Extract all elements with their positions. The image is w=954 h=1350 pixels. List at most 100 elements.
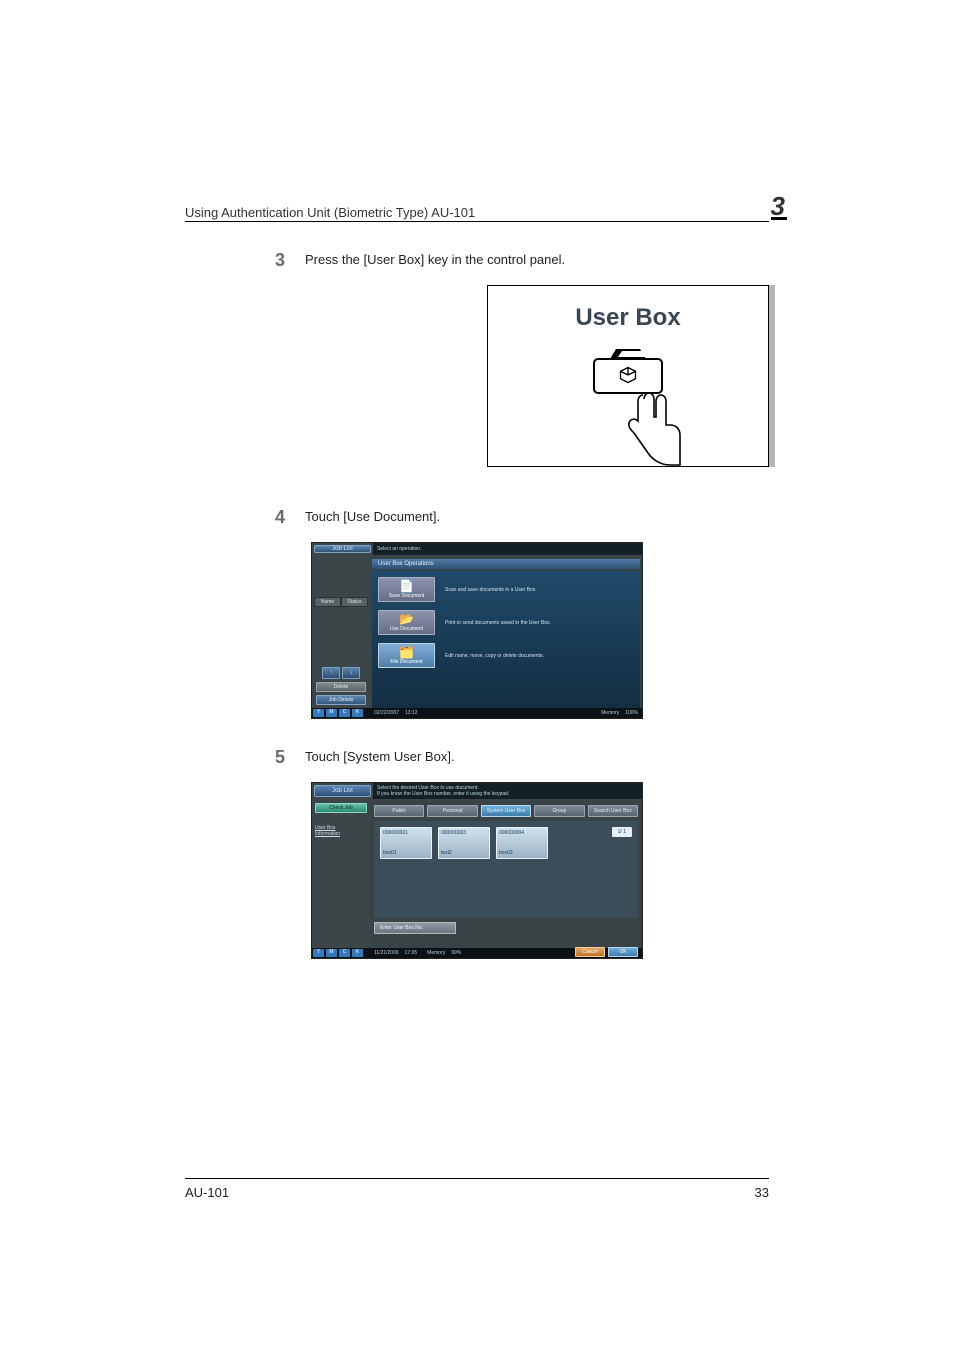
use-document-button[interactable]: 📂 Use Document xyxy=(378,610,435,635)
userbox-key xyxy=(593,358,663,394)
footer-date: 02/22/2007 13:12 Memory 100% xyxy=(370,708,642,718)
left-column: Name Status ↑ ↓ Delete Job Details xyxy=(312,557,370,708)
page-indicator: 1/ 1 xyxy=(612,827,632,837)
footer-chip[interactable]: Y xyxy=(313,949,324,957)
date-value: 02/22/2007 xyxy=(374,710,399,716)
step-5: 5 Touch [System User Box]. xyxy=(185,747,769,768)
main-column: User Box Operations 📄 Save Document Scan… xyxy=(370,557,642,708)
chapter-number: 3 xyxy=(771,195,787,220)
msg-line2: If you know the User Box number, enter i… xyxy=(377,791,638,797)
check-job-button[interactable]: Check Job xyxy=(315,803,367,813)
footer-chip[interactable]: Y xyxy=(313,709,324,717)
footer-left: AU-101 xyxy=(185,1185,229,1200)
message-bar: Select the desired User Box to use docum… xyxy=(373,783,642,799)
footer-icons: Y M C K xyxy=(312,708,370,718)
main-column: Public Personal System User Box Group Se… xyxy=(370,801,642,948)
cancel-button[interactable]: Cancel xyxy=(575,947,605,957)
box-area: 000000001 box01 000000003 test2 00000000… xyxy=(374,821,638,918)
delete-button[interactable]: Delete xyxy=(316,682,366,692)
op-desc: Scan and save documents in a User Box. xyxy=(445,587,634,593)
tab-search-user-box[interactable]: Search User Box xyxy=(588,805,638,817)
joblist-button[interactable]: Job List xyxy=(314,545,371,553)
step-3: 3 Press the [User Box] key in the contro… xyxy=(185,250,769,271)
op-desc: Edit name, move, copy or delete document… xyxy=(445,653,634,659)
box-name: box02 xyxy=(499,850,545,856)
info-line2: Information xyxy=(315,831,340,837)
step-4: 4 Touch [Use Document]. xyxy=(185,507,769,528)
box-tile[interactable]: 000000004 box02 xyxy=(496,827,548,859)
col-status: Status xyxy=(342,598,367,606)
col-name: Name xyxy=(315,598,340,606)
file-icon: 🗂️ xyxy=(399,646,414,658)
screenshot-footer: Y M C K 11/21/2006 17:05 Memory 99% Canc… xyxy=(312,948,642,958)
op-label: File Document xyxy=(390,659,422,665)
operations-bar: User Box Operations xyxy=(372,559,640,569)
step-text: Press the [User Box] key in the control … xyxy=(285,250,769,271)
step-text: Touch [Use Document]. xyxy=(285,507,769,528)
box-name: box01 xyxy=(383,850,429,856)
memory-label: Memory xyxy=(601,710,619,716)
step-text: Touch [System User Box]. xyxy=(285,747,769,768)
save-icon: 📄 xyxy=(399,580,414,592)
hand-icon xyxy=(623,390,683,473)
tab-group[interactable]: Group xyxy=(534,805,584,817)
userbox-panel: User Box xyxy=(487,285,769,467)
footer-right: 33 xyxy=(755,1185,769,1200)
op-label: Save Document xyxy=(389,593,425,599)
userbox-info-label: User Box Information xyxy=(315,825,367,837)
footer-chip[interactable]: K xyxy=(352,949,363,957)
joblist-button[interactable]: Job List xyxy=(314,785,371,797)
time-value: 13:12 xyxy=(405,710,418,716)
message-bar: Select an operation. xyxy=(373,543,642,555)
enter-userbox-no-button[interactable]: Enter User Box No. xyxy=(374,922,456,934)
tab-personal[interactable]: Personal xyxy=(427,805,477,817)
op-label: Use Document xyxy=(390,626,423,632)
box-icon xyxy=(618,365,638,388)
page-footer: AU-101 33 xyxy=(185,1178,769,1200)
footer-chip[interactable]: M xyxy=(326,709,337,717)
time-value: 17:05 xyxy=(405,950,418,956)
screenshot-use-document: Job List Select an operation. Name Statu… xyxy=(311,542,643,719)
footer-chip[interactable]: C xyxy=(339,709,350,717)
step-number: 3 xyxy=(185,250,285,271)
date-value: 11/21/2006 xyxy=(374,950,399,956)
op-desc: Print or send documents saved in the Use… xyxy=(445,620,634,626)
footer-icons: Y M C K xyxy=(312,948,370,958)
ok-button[interactable]: OK xyxy=(608,947,638,957)
job-details-button[interactable]: Job Details xyxy=(316,695,366,705)
userbox-illustration: User Box xyxy=(185,285,769,467)
tab-public[interactable]: Public xyxy=(374,805,424,817)
memory-pct: 99% xyxy=(451,950,461,956)
footer-chip[interactable]: K xyxy=(352,709,363,717)
op-save-document: 📄 Save Document Scan and save documents … xyxy=(378,577,634,602)
arrow-down-button[interactable]: ↓ xyxy=(342,667,360,679)
screenshot-system-user-box: Job List Select the desired User Box to … xyxy=(311,782,643,959)
tabs-row: Public Personal System User Box Group Se… xyxy=(370,801,642,821)
step-number: 5 xyxy=(185,747,285,768)
box-id: 000000001 xyxy=(383,830,429,836)
footer-chip[interactable]: M xyxy=(326,949,337,957)
page-header: Using Authentication Unit (Biometric Typ… xyxy=(185,195,769,222)
step-number: 4 xyxy=(185,507,285,528)
file-document-button[interactable]: 🗂️ File Document xyxy=(378,643,435,668)
memory-label: Memory xyxy=(427,950,445,956)
operations-panel: 📄 Save Document Scan and save documents … xyxy=(372,571,640,711)
screenshot-footer: Y M C K 02/22/2007 13:12 Memory 100% xyxy=(312,708,642,718)
op-use-document: 📂 Use Document Print or send documents s… xyxy=(378,610,634,635)
save-document-button[interactable]: 📄 Save Document xyxy=(378,577,435,602)
box-tile[interactable]: 000000003 test2 xyxy=(438,827,490,859)
memory-pct: 100% xyxy=(625,710,638,716)
box-id: 000000004 xyxy=(499,830,545,836)
use-icon: 📂 xyxy=(399,613,414,625)
box-id: 000000003 xyxy=(441,830,487,836)
footer-date: 11/21/2006 17:05 Memory 99% Cancel OK xyxy=(370,948,642,958)
box-tile[interactable]: 000000001 box01 xyxy=(380,827,432,859)
trapezoid-icon xyxy=(610,349,646,359)
box-name: test2 xyxy=(441,850,487,856)
footer-chip[interactable]: C xyxy=(339,949,350,957)
userbox-title: User Box xyxy=(488,304,768,332)
tab-system-user-box[interactable]: System User Box xyxy=(481,805,531,817)
header-title: Using Authentication Unit (Biometric Typ… xyxy=(185,205,753,220)
arrow-up-button[interactable]: ↑ xyxy=(322,667,340,679)
left-column: Check Job User Box Information xyxy=(312,801,370,948)
